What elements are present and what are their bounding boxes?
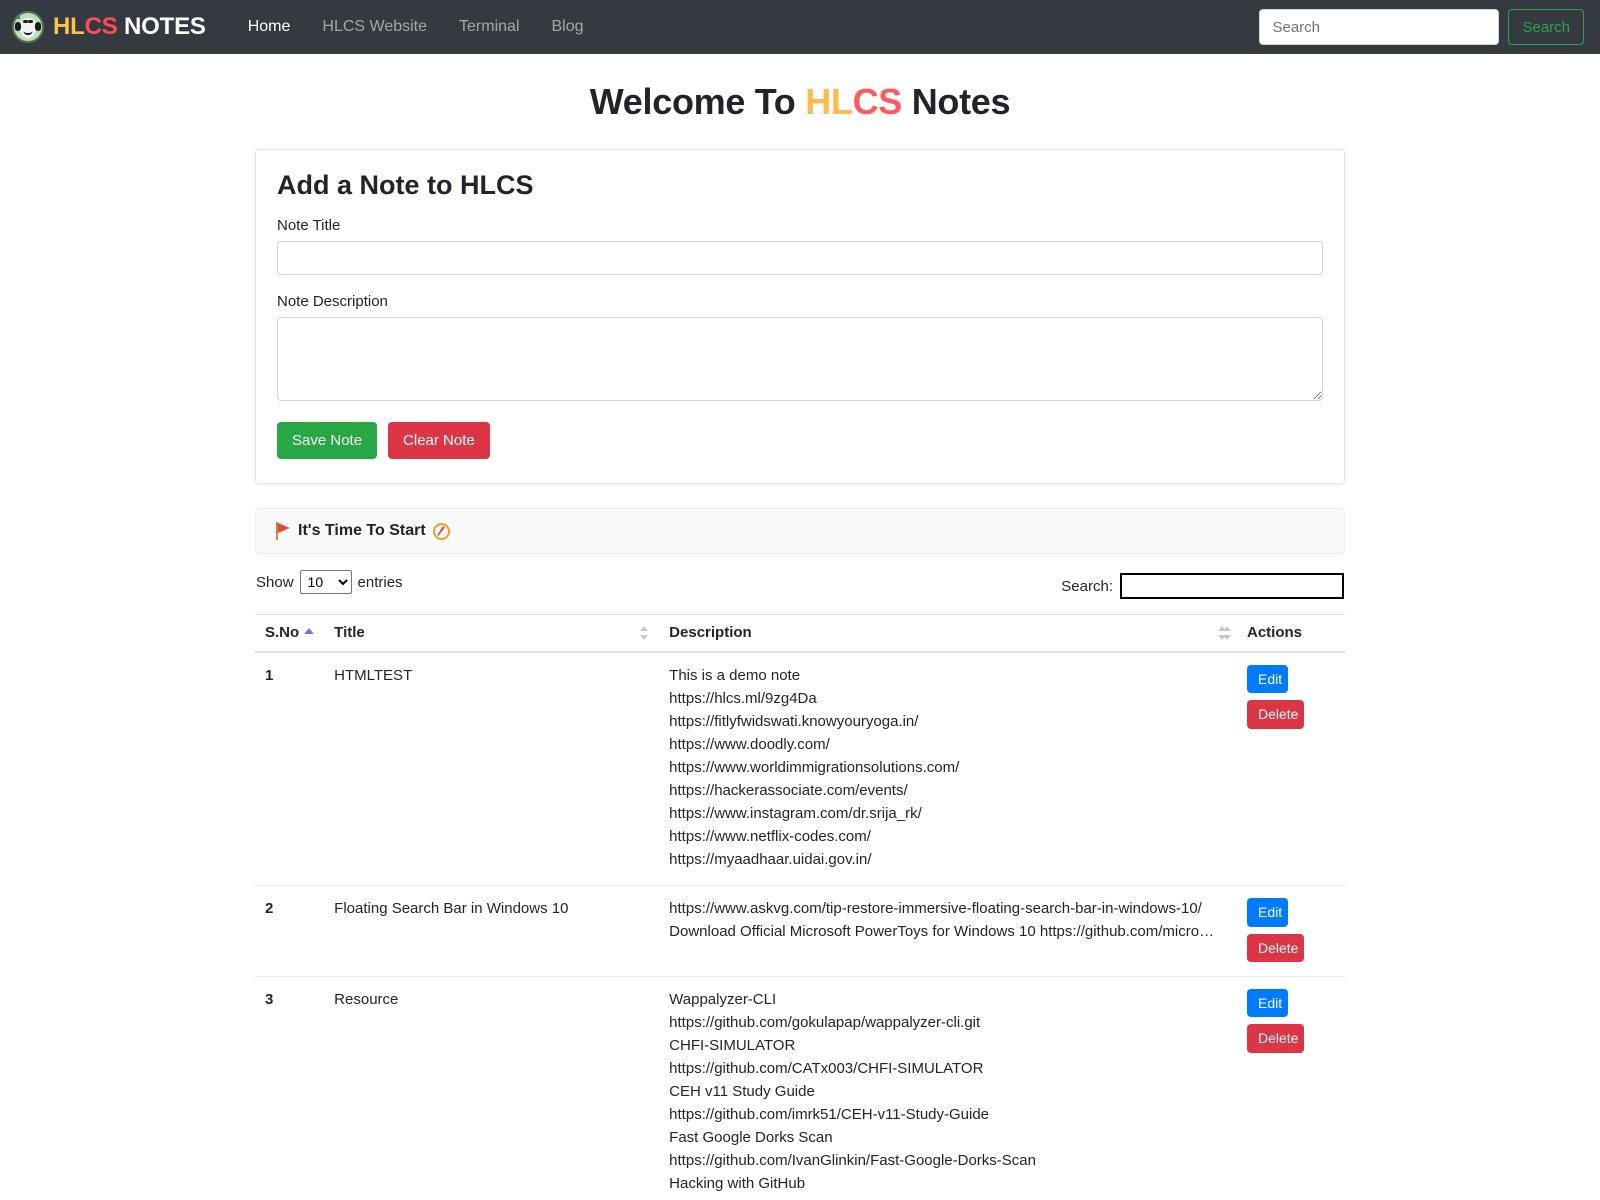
description-line: Hacking with GitHub xyxy=(669,1174,806,1192)
brand-hl: HL xyxy=(53,13,85,40)
cell-sno: 3 xyxy=(255,976,325,1200)
description-line: https://www.doodly.com/ xyxy=(669,735,830,753)
banner-text: It's Time To Start xyxy=(298,522,426,539)
notes-table: S.No Title Description Actions 1 HTMLTEST… xyxy=(255,614,1345,1200)
page-title: Welcome To HLCS Notes xyxy=(0,81,1600,123)
note-description-textarea[interactable] xyxy=(277,317,1323,401)
column-header-sno[interactable]: S.No xyxy=(255,614,325,653)
description-line: CHFI-SIMULATOR xyxy=(669,1036,796,1054)
cell-description: Wappalyzer-CLI https://github.com/gokulap… xyxy=(659,976,1237,1200)
nav-link-hlcs-website[interactable]: HLCS Website xyxy=(306,10,443,44)
compass-icon xyxy=(432,522,450,540)
cell-description: This is a demo note https://hlcs.ml/9zg4D… xyxy=(659,652,1237,887)
note-description-label: Note Description xyxy=(277,293,388,310)
datatable-length-control: Show 10 25 50 100 entries xyxy=(256,570,403,594)
form-button-row: Save Note Clear Note xyxy=(277,422,1323,459)
navbar-search-button[interactable]: Search xyxy=(1508,9,1584,45)
top-navbar: HLCS NOTES Home HLCS Website Terminal Bl… xyxy=(0,0,1600,54)
sort-ascending-icon xyxy=(304,628,315,634)
description-line: This is a demo note xyxy=(669,667,801,684)
table-search-label: Search: xyxy=(1061,577,1113,595)
edit-button[interactable]: Edit xyxy=(1247,665,1288,694)
table-search-input[interactable] xyxy=(1120,573,1344,599)
nav-link-blog[interactable]: Blog xyxy=(536,10,600,44)
page-container: Add a Note to HLCS Note Title Note Descr… xyxy=(255,149,1345,1200)
description-line: Wappalyzer-CLI xyxy=(669,991,777,1009)
table-row: 3 Resource Wappalyzer-CLI https://github.co… xyxy=(255,976,1345,1200)
navbar-search-form: Search xyxy=(1259,9,1584,45)
description-line: Fast Google Dorks Scan xyxy=(669,1128,833,1146)
description-line: https://www.askvg.com/tip-restore-immers… xyxy=(669,900,1202,918)
show-label: Show xyxy=(256,573,294,591)
nav-link-home[interactable]: Home xyxy=(232,10,307,44)
cell-sno: 2 xyxy=(255,885,325,978)
description-line: https://www.instagram.com/dr.srija_rk/ xyxy=(669,804,922,822)
datatable-filter-control: Search: xyxy=(1061,573,1344,599)
page-title-prefix: Welcome To xyxy=(589,81,806,122)
delete-button[interactable]: Delete xyxy=(1247,1024,1304,1053)
column-header-description[interactable]: Description xyxy=(659,614,1237,653)
page-title-cs: CS xyxy=(852,81,903,122)
column-header-description-label: Description xyxy=(669,624,752,641)
delete-button[interactable]: Delete xyxy=(1247,700,1304,729)
entries-label: entries xyxy=(357,573,403,591)
brand[interactable]: HLCS NOTES xyxy=(12,11,206,43)
column-header-actions-label: Actions xyxy=(1247,624,1303,641)
description-line: https://www.worldimmigrationsolutions.co… xyxy=(669,758,960,776)
column-header-actions[interactable]: Actions xyxy=(1223,614,1345,653)
brand-notes: NOTES xyxy=(117,13,206,40)
description-line: https://hlcs.ml/9zg4Da xyxy=(669,689,817,707)
description-line: Download Official Microsoft PowerToys fo… xyxy=(669,923,1222,941)
datatable-controls: Show 10 25 50 100 entries Search: xyxy=(255,570,1345,599)
table-row: 2 Floating Search Bar in Windows 10 https:… xyxy=(255,885,1345,978)
its-time-to-start-banner: It's Time To Start xyxy=(255,508,1345,554)
edit-button[interactable]: Edit xyxy=(1247,989,1288,1018)
entries-per-page-select[interactable]: 10 25 50 100 xyxy=(299,570,352,594)
cell-title: HTMLTEST xyxy=(324,652,660,887)
description-line: https://github.com/imrk51/CEH-v11-Study-… xyxy=(669,1105,990,1123)
add-note-card: Add a Note to HLCS Note Title Note Descr… xyxy=(255,149,1345,484)
brand-cs: CS xyxy=(84,13,118,40)
nav-link-terminal[interactable]: Terminal xyxy=(443,10,535,44)
cell-title: Floating Search Bar in Windows 10 xyxy=(324,885,660,978)
cell-title: Resource xyxy=(324,976,660,1200)
nav-links: Home HLCS Website Terminal Blog xyxy=(232,10,600,44)
table-row: 1 HTMLTEST This is a demo note https://hlcs… xyxy=(255,652,1345,887)
brand-text: HLCS NOTES xyxy=(53,13,206,41)
cell-actions: Edit Delete xyxy=(1237,885,1345,978)
description-line: https://hackerassociate.com/events/ xyxy=(669,781,908,799)
cell-description: https://www.askvg.com/tip-restore-immers… xyxy=(659,885,1237,978)
delete-button[interactable]: Delete xyxy=(1247,933,1304,963)
note-title-input[interactable] xyxy=(277,241,1323,275)
notes-table-head: S.No Title Description Actions xyxy=(255,614,1345,653)
sort-both-icon xyxy=(1223,626,1232,640)
page-title-hl: HL xyxy=(805,81,853,122)
page-title-suffix: Notes xyxy=(902,81,1011,122)
description-line: https://www.netflix-codes.com/ xyxy=(669,827,871,845)
cell-sno: 1 xyxy=(255,652,325,887)
description-line: https://github.com/IvanGlinkin/Fast-Goog… xyxy=(669,1151,1036,1169)
column-header-title-label: Title xyxy=(334,624,365,641)
description-line: CEH v11 Study Guide xyxy=(669,1082,815,1100)
edit-button[interactable]: Edit xyxy=(1247,898,1288,927)
table-header-row: S.No Title Description Actions xyxy=(255,614,1345,653)
description-line: https://myaadhaar.uidai.gov.in/ xyxy=(669,850,872,868)
anonymous-mask-icon xyxy=(12,11,44,43)
navbar-search-input[interactable] xyxy=(1259,9,1500,45)
note-title-label: Note Title xyxy=(277,217,341,234)
clear-note-button[interactable]: Clear Note xyxy=(388,422,490,459)
column-header-sno-label: S.No xyxy=(265,624,300,641)
description-line: https://github.com/CATx003/CHFI-SIMULATO… xyxy=(669,1059,984,1077)
column-header-title[interactable]: Title xyxy=(324,614,660,653)
add-note-heading: Add a Note to HLCS xyxy=(277,170,534,200)
cell-actions: Edit Delete xyxy=(1237,652,1345,887)
save-note-button[interactable]: Save Note xyxy=(277,422,378,459)
sort-both-icon xyxy=(640,626,649,640)
red-flag-icon xyxy=(276,522,291,540)
notes-table-body: 1 HTMLTEST This is a demo note https://hlcs… xyxy=(255,652,1345,1200)
description-line: https://github.com/gokulapap/wappalyzer-… xyxy=(669,1013,981,1031)
cell-actions: Edit Delete xyxy=(1237,976,1345,1200)
description-line: https://fitlyfwidswati.knowyouryoga.in/ xyxy=(669,712,919,730)
